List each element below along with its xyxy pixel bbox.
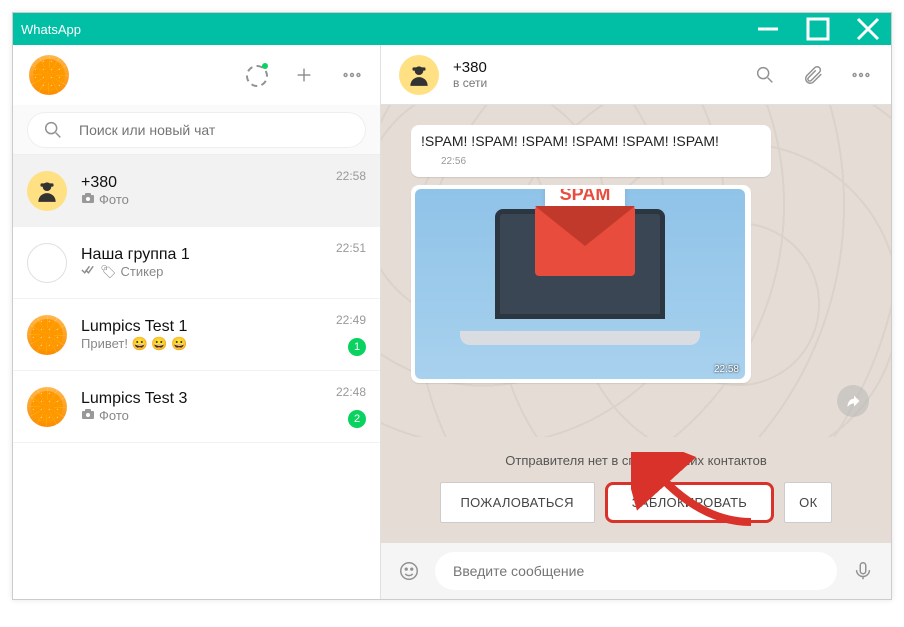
composer [381, 543, 891, 599]
menu-icon[interactable] [340, 63, 364, 87]
search-in-chat-icon[interactable] [753, 63, 777, 87]
message-input[interactable] [435, 552, 837, 590]
conversation-panel: +380 в сети !SPAM! !SPAM! !SPAM! !SPAM! … [381, 45, 891, 599]
chat-item[interactable]: Lumpics Test 3 Фото 22:48 2 [13, 371, 380, 443]
camera-icon [81, 192, 95, 207]
contact-avatar [27, 243, 67, 283]
chat-preview: Привет! 😀 😀 😀 [81, 336, 366, 352]
chat-menu-icon[interactable] [849, 63, 873, 87]
delivered-check-icon [81, 264, 96, 279]
contact-status: в сети [453, 76, 739, 90]
chat-name: +380 [81, 174, 366, 192]
report-button[interactable]: ПОЖАЛОВАТЬСЯ [440, 482, 595, 523]
attach-icon[interactable] [801, 63, 825, 87]
minimize-button[interactable] [753, 13, 783, 45]
search-bar [13, 105, 380, 155]
message-text: !SPAM! !SPAM! !SPAM! !SPAM! !SPAM! !SPAM… [421, 133, 719, 149]
chat-name: Lumpics Test 3 [81, 390, 366, 408]
chat-preview: 🏷 Стикер [81, 264, 366, 280]
message-time: 22:56 [441, 156, 466, 167]
chat-item[interactable]: Наша группа 1 🏷 Стикер 22:51 [13, 227, 380, 299]
app-window: WhatsApp [12, 12, 892, 600]
ok-button[interactable]: ОК [784, 482, 832, 523]
status-icon[interactable] [244, 63, 268, 87]
forward-icon[interactable] [837, 385, 869, 417]
my-avatar[interactable] [29, 55, 69, 95]
maximize-button[interactable] [803, 13, 833, 45]
messages-area[interactable]: !SPAM! !SPAM! !SPAM! !SPAM! !SPAM! !SPAM… [381, 105, 891, 437]
chat-preview: Фото [81, 408, 366, 423]
contact-name: +380 [453, 59, 739, 76]
chat-time: 22:58 [336, 169, 366, 183]
chat-list: +380 Фото 22:58 Наша группа 1 🏷 Стикер 2… [13, 155, 380, 599]
chat-item[interactable]: +380 Фото 22:58 [13, 155, 380, 227]
contact-avatar [27, 315, 67, 355]
conversation-header[interactable]: +380 в сети [381, 45, 891, 105]
block-button[interactable]: ЗАБЛОКИРОВАТЬ [605, 482, 774, 523]
incoming-message[interactable]: !SPAM! !SPAM! !SPAM! !SPAM! !SPAM! !SPAM… [411, 125, 771, 177]
incoming-image-message[interactable]: SPAM 22:58 [411, 185, 751, 383]
chat-preview: Фото [81, 192, 366, 207]
message-image[interactable]: SPAM [415, 189, 745, 379]
chat-item[interactable]: Lumpics Test 1 Привет! 😀 😀 😀 22:49 1 [13, 299, 380, 371]
camera-icon [81, 408, 95, 423]
unknown-contact-banner: Отправителя нет в списке ваших контактов… [381, 437, 891, 543]
emoji-icon[interactable] [397, 559, 421, 583]
close-button[interactable] [853, 13, 883, 45]
chat-name: Lumpics Test 1 [81, 318, 366, 336]
contact-avatar [27, 171, 67, 211]
window-controls [753, 13, 883, 45]
unread-badge: 2 [348, 410, 366, 428]
contact-avatar[interactable] [399, 55, 439, 95]
titlebar: WhatsApp [13, 13, 891, 45]
image-time: 22:58 [714, 364, 739, 375]
chat-time: 22:48 [336, 385, 366, 399]
unread-badge: 1 [348, 338, 366, 356]
mic-icon[interactable] [851, 559, 875, 583]
search-input[interactable] [79, 122, 352, 138]
search-icon [41, 118, 65, 142]
sidebar: +380 Фото 22:58 Наша группа 1 🏷 Стикер 2… [13, 45, 381, 599]
new-chat-icon[interactable] [292, 63, 316, 87]
chat-name: Наша группа 1 [81, 246, 366, 264]
chat-time: 22:49 [336, 313, 366, 327]
sidebar-header [13, 45, 380, 105]
chat-time: 22:51 [336, 241, 366, 255]
window-title: WhatsApp [21, 22, 81, 37]
banner-text: Отправителя нет в списке ваших контактов [421, 453, 851, 468]
contact-avatar [27, 387, 67, 427]
